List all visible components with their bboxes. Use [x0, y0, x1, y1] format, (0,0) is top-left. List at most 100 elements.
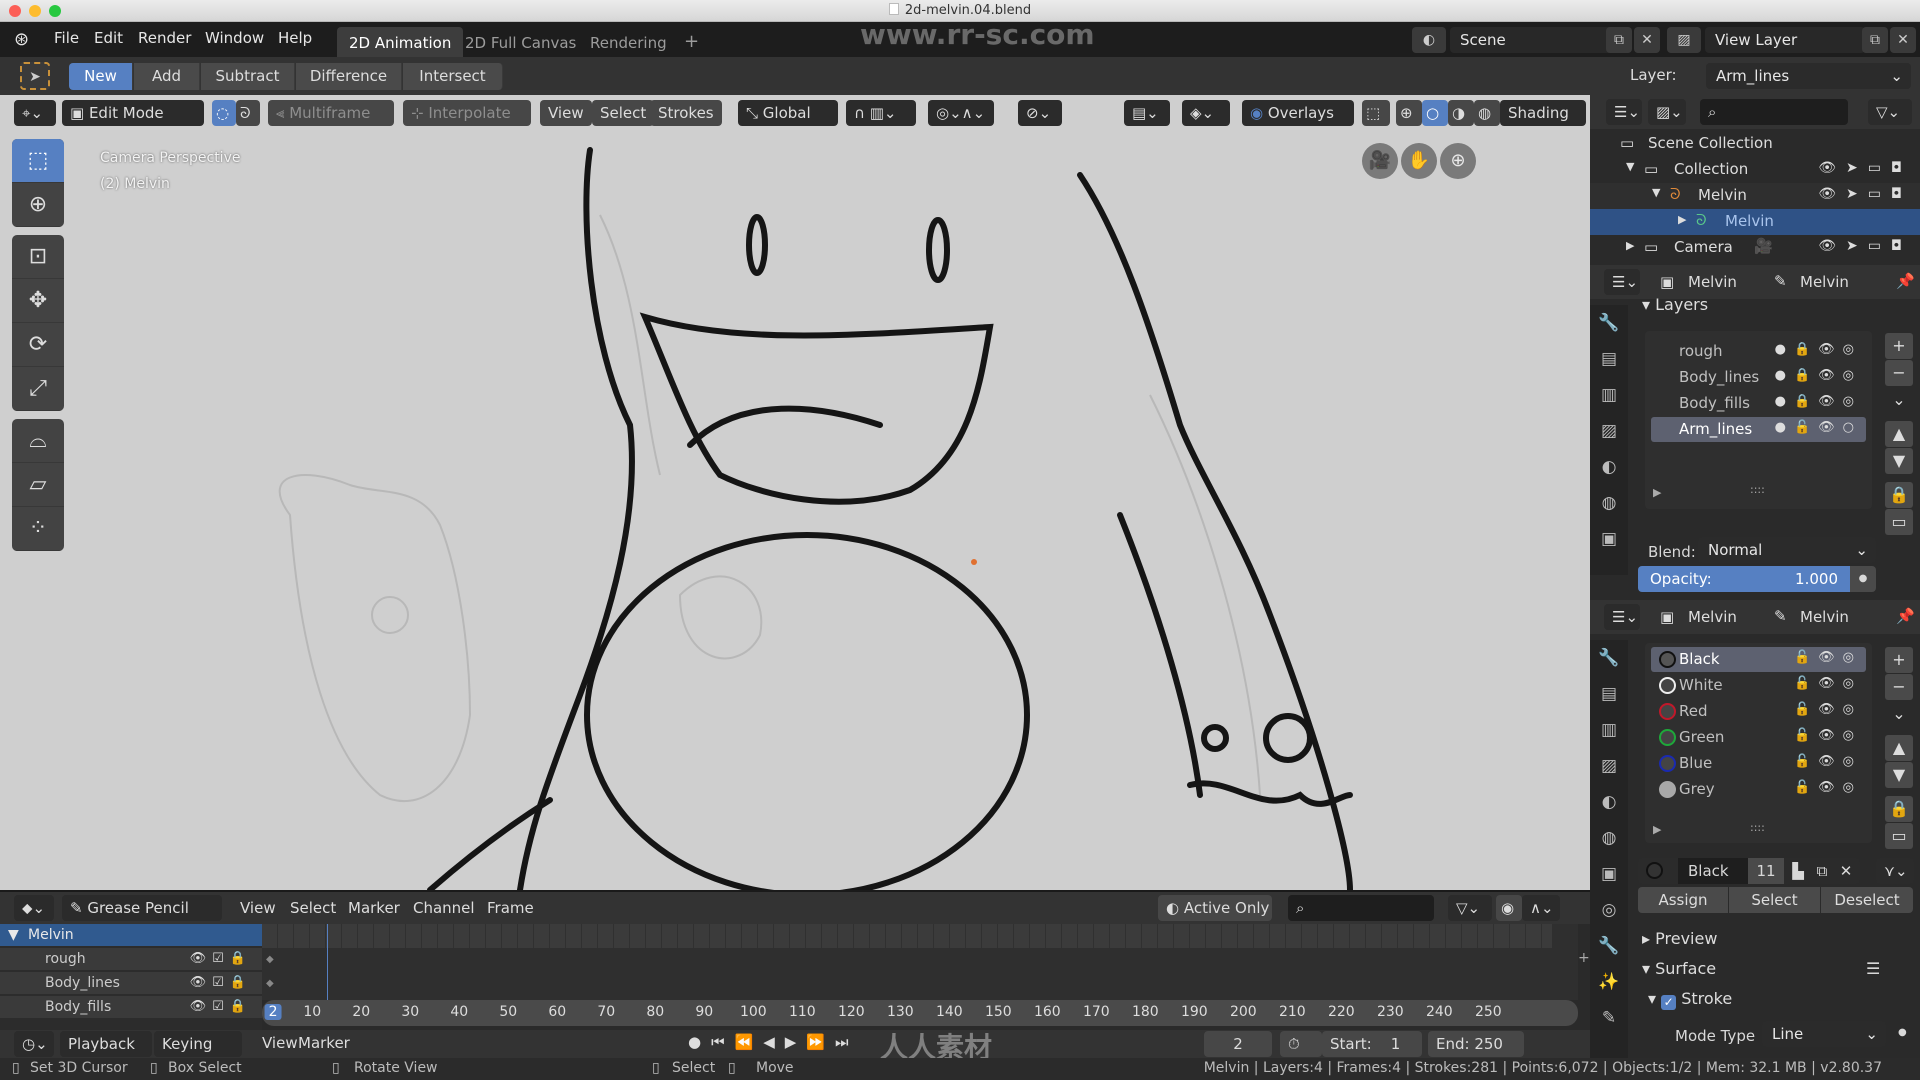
material-users-count[interactable]: 11 — [1748, 858, 1784, 884]
duplicate-material-icon[interactable]: ⧉ — [1810, 858, 1834, 884]
wireframe-shading-icon[interactable]: ⊕ — [1396, 100, 1422, 126]
expand-arrow-icon[interactable]: ▼ — [8, 927, 19, 943]
channel-row[interactable]: Body_lines 👁☑🔒 — [0, 972, 262, 995]
playback-menu[interactable]: Playback — [60, 1031, 152, 1057]
keyframe-diamond-icon[interactable]: ◆ — [266, 978, 274, 989]
select-strokes-icon[interactable]: ᘐ — [236, 100, 260, 126]
proportional-icon[interactable]: ◉ — [1496, 895, 1522, 921]
editor-type-icon[interactable]: ⌖⌄ — [14, 100, 56, 126]
deselect-button[interactable]: Deselect — [1821, 887, 1913, 913]
layer-item[interactable]: rough ●🔒👁◎ — [1651, 339, 1866, 364]
keyframe-dot-icon[interactable]: ● — [1850, 566, 1876, 592]
material-selector[interactable]: Black 11 ▙ ⧉ ✕ — [1638, 858, 1860, 884]
properties-editor-type-icon[interactable]: ☰⌄ — [1604, 604, 1640, 630]
transform-tool-icon[interactable]: ⊡ — [12, 235, 64, 279]
layer-dropdown[interactable]: Arm_lines ⌄ — [1706, 63, 1911, 89]
xray-icon[interactable]: ⬚ — [1362, 100, 1390, 126]
keyframe-area[interactable]: ◆ ◆ — [262, 924, 1578, 1000]
scale-tool-icon[interactable]: ⤢ — [12, 367, 64, 411]
outliner-row-scene-collection[interactable]: ▭ Scene Collection — [1590, 131, 1920, 157]
lock-materials-icon[interactable]: 🔒 — [1885, 796, 1913, 822]
select-box-tool-icon[interactable]: ⬚ — [12, 139, 64, 183]
menu-file[interactable]: File — [54, 29, 79, 47]
stroke-panel[interactable]: ▾ ✓ Stroke — [1648, 989, 1732, 1010]
timeline-menu-marker[interactable]: Marker — [298, 1034, 350, 1052]
ds-menu-channel[interactable]: Channel — [413, 899, 475, 917]
tab-2d-animation[interactable]: 2D Animation — [337, 27, 464, 57]
physics-tab-icon[interactable]: ◎ — [1590, 892, 1628, 928]
shading-dropdown[interactable]: Shading — [1500, 100, 1586, 126]
fake-user-icon[interactable]: ▙ — [1786, 858, 1810, 884]
channel-toggles-icon[interactable]: 👁☑🔒 — [190, 999, 252, 1014]
context-object-name[interactable]: Melvin — [1688, 273, 1737, 291]
data-tab-icon[interactable]: ✎ — [1590, 1000, 1628, 1036]
material-item[interactable]: Grey 🔓👁◎ — [1651, 777, 1866, 802]
select-tool-icon[interactable]: ➤ — [20, 62, 50, 90]
delete-scene-icon[interactable]: ✕ — [1634, 27, 1660, 53]
ds-menu-frame[interactable]: Frame — [487, 899, 534, 917]
snapping-icon[interactable]: ∩ ▥⌄ — [846, 100, 916, 126]
view-object-types-icon[interactable]: ▤⌄ — [1124, 100, 1170, 126]
dopesheet-editor-type-icon[interactable]: ⬥⌄ — [14, 895, 54, 921]
keyframe-diamond-icon[interactable]: ◆ — [266, 954, 274, 965]
layer-specials-icon[interactable]: ⌄ — [1885, 387, 1913, 413]
visibility-toggles-icon[interactable]: 👁➤▭◘ — [1818, 186, 1912, 202]
gizmo-icon[interactable]: ◈⌄ — [1182, 100, 1230, 126]
frame-ruler[interactable]: 2 10 20 30 40 50 60 70 80 90 100 110 120 130 140 150 160… — [262, 1000, 1578, 1026]
drawing-canvas[interactable] — [0, 95, 1590, 890]
channel-object[interactable]: ▼ Melvin — [0, 924, 262, 947]
outliner-display-icon[interactable]: ☰⌄ — [1606, 99, 1642, 125]
mode-difference-button[interactable]: Difference — [296, 63, 402, 90]
layer-display-icon[interactable]: ▭ — [1885, 509, 1913, 535]
scene-selector-icon[interactable]: ◐ — [1412, 27, 1446, 53]
pin-icon[interactable]: 📌 — [1896, 607, 1915, 625]
start-frame-field[interactable]: Start: 1 — [1322, 1031, 1422, 1057]
layer-item-active[interactable]: Arm_lines ●🔓👁○ — [1651, 417, 1866, 442]
expand-arrow-icon[interactable]: ▶ — [1653, 486, 1661, 499]
stopwatch-icon[interactable]: ⏱ — [1280, 1031, 1322, 1057]
ds-menu-marker[interactable]: Marker — [348, 899, 400, 917]
material-item[interactable]: White 🔓👁◎ — [1651, 673, 1866, 698]
select-button[interactable]: Select — [1729, 887, 1820, 913]
expand-arrow-icon[interactable]: ▶ — [1678, 213, 1686, 226]
move-tool-icon[interactable]: ✥ — [12, 279, 64, 323]
material-toggles-icon[interactable]: 🔓👁◎ — [1794, 780, 1862, 795]
resize-handle-icon[interactable]: :::: — [1750, 483, 1765, 496]
world-tab-icon[interactable]: ◍ — [1590, 820, 1628, 856]
camera-view-icon[interactable]: 🎥 — [1362, 143, 1398, 179]
render-tab-icon[interactable]: ▤ — [1590, 676, 1628, 712]
visibility-toggles-icon[interactable]: 👁➤▭◘ — [1818, 160, 1912, 176]
current-frame-indicator[interactable]: 2 — [264, 1004, 282, 1020]
ds-menu-select[interactable]: Select — [290, 899, 336, 917]
viewport-menu-view[interactable]: View — [540, 100, 592, 126]
material-item[interactable]: Blue 🔓👁◎ — [1651, 751, 1866, 776]
scene-tab-icon[interactable]: ◐ — [1590, 449, 1628, 485]
material-shading-icon[interactable]: ◑ — [1448, 100, 1474, 126]
bend-tool-icon[interactable]: ⌓ — [12, 419, 64, 463]
mode-new-button[interactable]: New — [69, 63, 133, 90]
tool-tab-icon[interactable]: 🔧 — [1590, 640, 1628, 676]
layer-item[interactable]: Body_lines ●🔒👁◎ — [1651, 365, 1866, 390]
mode-add-button[interactable]: Add — [134, 63, 200, 90]
keying-menu[interactable]: Keying — [154, 1031, 242, 1057]
modifier-tab-icon[interactable]: 🔧 — [1590, 928, 1628, 964]
outliner-filter-scene-icon[interactable]: ▨⌄ — [1648, 99, 1686, 125]
layer-toggles-icon[interactable]: ●🔒👁◎ — [1775, 342, 1862, 357]
interpolate-dropdown[interactable]: ⊹ Interpolate — [403, 100, 531, 126]
cursor-tool-icon[interactable]: ⊕ — [12, 183, 64, 227]
rendered-shading-icon[interactable]: ◍ — [1474, 100, 1500, 126]
material-specials-icon[interactable]: ⌄ — [1885, 701, 1913, 727]
properties-editor-type-icon[interactable]: ☰⌄ — [1604, 269, 1640, 295]
tab-2d-full-canvas[interactable]: 2D Full Canvas — [453, 27, 588, 57]
object-tab-icon[interactable]: ▣ — [1590, 856, 1628, 892]
tab-rendering[interactable]: Rendering — [578, 27, 679, 57]
expand-arrow-icon[interactable]: ▼ — [1626, 160, 1634, 173]
menu-render[interactable]: Render — [138, 29, 191, 47]
current-frame-field[interactable]: 2 — [1204, 1031, 1272, 1057]
stroke-checkbox[interactable]: ✓ — [1661, 995, 1677, 1010]
move-layer-up-icon[interactable]: ▲ — [1885, 421, 1913, 447]
outliner-row-collection[interactable]: ▼ ▭ Collection 👁➤▭◘ — [1590, 157, 1920, 183]
playback-controls[interactable]: ●⏮⏪◀▶⏩⏭ — [688, 1033, 859, 1051]
dopesheet-search-input[interactable]: ⌕ — [1288, 895, 1434, 921]
assign-button[interactable]: Assign — [1638, 887, 1728, 913]
